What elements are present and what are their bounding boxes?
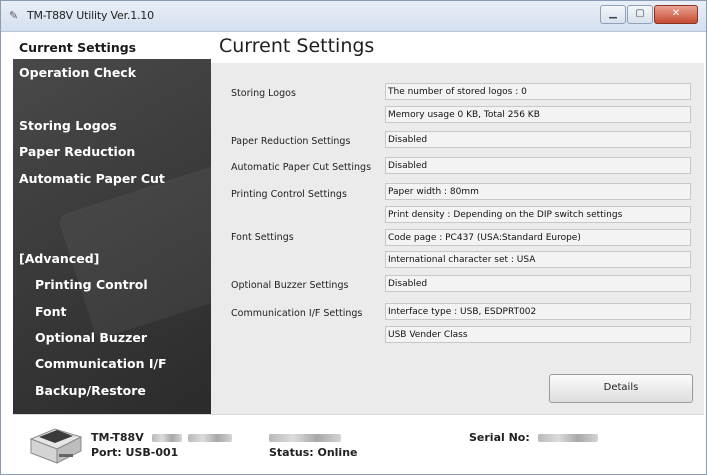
sidebar-item-backup-restore[interactable]: Backup/Restore <box>13 380 211 402</box>
setting-value: Interface type : USB, ESDPRT002 <box>385 303 691 320</box>
window-title: TM-T88V Utility Ver.1.10 <box>27 9 154 22</box>
setting-value: USB Vender Class <box>385 326 691 343</box>
setting-value: Disabled <box>385 275 691 292</box>
redacted-text <box>151 434 182 442</box>
printer-icon <box>29 428 83 464</box>
setting-label-communication-if: Communication I/F Settings <box>231 308 363 319</box>
details-button[interactable]: Details <box>549 374 693 403</box>
printer-status: Status: Online <box>269 446 358 459</box>
setting-value: International character set : USA <box>385 251 691 268</box>
close-button[interactable]: ✕ <box>654 5 698 24</box>
setting-label-optional-buzzer: Optional Buzzer Settings <box>231 280 349 291</box>
sidebar-item-operation-check[interactable]: Operation Check <box>13 62 211 84</box>
setting-label-paper-reduction: Paper Reduction Settings <box>231 136 351 147</box>
page-title: Current Settings <box>219 35 375 57</box>
utility-window: ✎ TM-T88V Utility Ver.1.10 ▁ ▢ ✕ Current… <box>0 0 707 475</box>
sidebar-item-communication-if[interactable]: Communication I/F <box>13 353 211 375</box>
printer-model: TM-T88V <box>91 431 144 444</box>
setting-label-storing-logos: Storing Logos <box>231 88 296 99</box>
setting-label-printing-control: Printing Control Settings <box>231 189 347 200</box>
setting-value: Disabled <box>385 157 691 174</box>
setting-value: Print density : Depending on the DIP swi… <box>385 206 691 223</box>
serial-label: Serial No: <box>469 431 530 444</box>
sidebar-item-optional-buzzer[interactable]: Optional Buzzer <box>13 327 211 349</box>
title-bar[interactable]: ✎ TM-T88V Utility Ver.1.10 ▁ ▢ ✕ <box>1 1 706 32</box>
setting-value: The number of stored logos : 0 <box>385 83 691 100</box>
redacted-line <box>269 431 341 444</box>
sidebar-item-storing-logos[interactable]: Storing Logos <box>13 115 211 137</box>
setting-value: Code page : PC437 (USA:Standard Europe) <box>385 229 691 246</box>
sidebar-item-paper-reduction[interactable]: Paper Reduction <box>13 141 211 163</box>
app-icon: ✎ <box>9 9 19 22</box>
setting-value: Disabled <box>385 131 691 148</box>
redacted-text <box>269 434 341 442</box>
status-bar: TM-T88V Port: USB-001 Status: Online Ser… <box>13 414 704 473</box>
sidebar-item-font[interactable]: Font <box>13 301 211 323</box>
setting-value: Paper width : 80mm <box>385 183 691 200</box>
sidebar-item-printing-control[interactable]: Printing Control <box>13 274 211 296</box>
printer-model-line: TM-T88V <box>91 431 233 444</box>
sidebar-nav: Current Settings Operation Check Storing… <box>13 37 211 414</box>
setting-label-automatic-paper-cut: Automatic Paper Cut Settings <box>231 162 372 173</box>
printer-port: Port: USB-001 <box>91 446 179 459</box>
sidebar-item-current-settings[interactable]: Current Settings <box>13 37 211 59</box>
window-controls: ▁ ▢ ✕ <box>599 5 698 24</box>
serial-line: Serial No: <box>469 431 598 444</box>
minimize-button[interactable]: ▁ <box>600 5 626 24</box>
sidebar-item-automatic-paper-cut[interactable]: Automatic Paper Cut <box>13 168 211 190</box>
setting-label-font: Font Settings <box>231 232 294 243</box>
redacted-text <box>537 434 598 442</box>
redacted-text <box>188 434 233 442</box>
sidebar-section-advanced: [Advanced] <box>19 251 100 266</box>
settings-panel: Storing Logos The number of stored logos… <box>211 63 704 414</box>
setting-value: Memory usage 0 KB, Total 256 KB <box>385 106 691 123</box>
maximize-button[interactable]: ▢ <box>627 5 653 24</box>
